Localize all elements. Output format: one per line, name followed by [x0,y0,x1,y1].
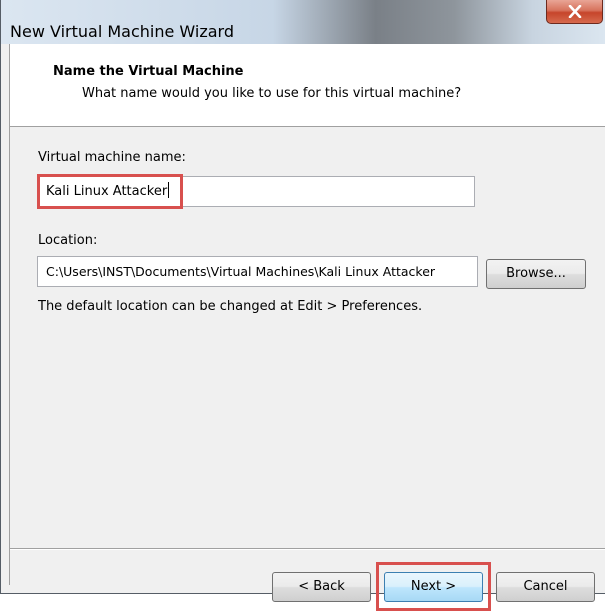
browse-button[interactable]: Browse... [486,259,586,289]
page-subtitle: What name would you like to use for this… [82,86,462,101]
close-button[interactable] [546,0,603,24]
location-hint: The default location can be changed at E… [38,299,423,314]
vm-name-label: Virtual machine name: [38,150,186,165]
close-icon [568,5,581,18]
footer-separator [10,548,605,550]
window-title: New Virtual Machine Wizard [10,22,234,41]
location-label: Location: [38,233,98,248]
vm-name-value: Kali Linux Attacker [46,184,168,199]
wizard-body: Name the Virtual Machine What name would… [9,44,605,611]
text-caret [168,182,170,198]
next-button[interactable]: Next > [384,572,483,602]
location-value: C:\Users\INST\Documents\Virtual Machines… [46,264,436,279]
page-title: Name the Virtual Machine [53,64,244,79]
browse-button-label: Browse... [506,266,566,281]
vm-name-field[interactable]: Kali Linux Attacker [37,176,475,207]
location-field[interactable]: C:\Users\INST\Documents\Virtual Machines… [37,256,478,287]
next-button-label: Next > [410,579,457,594]
back-button-label: < Back [298,579,345,594]
title-bar: New Virtual Machine Wizard [1,0,605,44]
back-button[interactable]: < Back [272,572,371,602]
cancel-button-label: Cancel [523,579,568,594]
wizard-header: Name the Virtual Machine What name would… [10,44,605,127]
wizard-window: New Virtual Machine Wizard Name the Virt… [0,0,605,611]
cancel-button[interactable]: Cancel [496,572,595,602]
